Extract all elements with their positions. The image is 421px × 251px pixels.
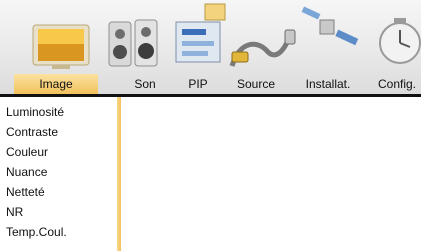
tab-source[interactable]: Source xyxy=(233,74,279,94)
menu-item-couleur[interactable]: Couleur xyxy=(4,142,119,162)
clock-icon[interactable] xyxy=(379,18,421,64)
menu-item-contraste[interactable]: Contraste xyxy=(4,122,119,142)
menu-item-nettete[interactable]: Netteté xyxy=(4,182,119,202)
tab-label-row: Image Son PIP Source Installat. Config. xyxy=(0,74,421,94)
cable-plug-icon[interactable] xyxy=(229,29,296,67)
tab-pip[interactable]: PIP xyxy=(183,74,213,94)
menu-item-nuance[interactable]: Nuance xyxy=(4,162,119,182)
menu-item-nr[interactable]: NR xyxy=(4,202,119,222)
satellite-icon[interactable] xyxy=(301,6,359,46)
tab-config[interactable]: Config. xyxy=(373,74,421,94)
menu-tab-bar: Image Son PIP Source Installat. Config. xyxy=(0,0,421,94)
tab-icons xyxy=(32,3,421,69)
tv-monitor-icon[interactable] xyxy=(32,24,90,69)
menu-separator-rail xyxy=(117,97,121,251)
tab-son[interactable]: Son xyxy=(130,74,160,94)
tab-divider xyxy=(0,94,421,97)
picture-in-picture-icon[interactable] xyxy=(175,3,226,63)
tab-installat[interactable]: Installat. xyxy=(296,74,360,94)
menu-item-temp-coul[interactable]: Temp.Coul. xyxy=(4,222,119,242)
image-settings-menu: Luminosité Contraste Couleur Nuance Nett… xyxy=(4,102,119,242)
speakers-icon[interactable] xyxy=(108,19,158,67)
tab-image[interactable]: Image xyxy=(14,74,98,94)
menu-item-luminosite[interactable]: Luminosité xyxy=(4,102,119,122)
